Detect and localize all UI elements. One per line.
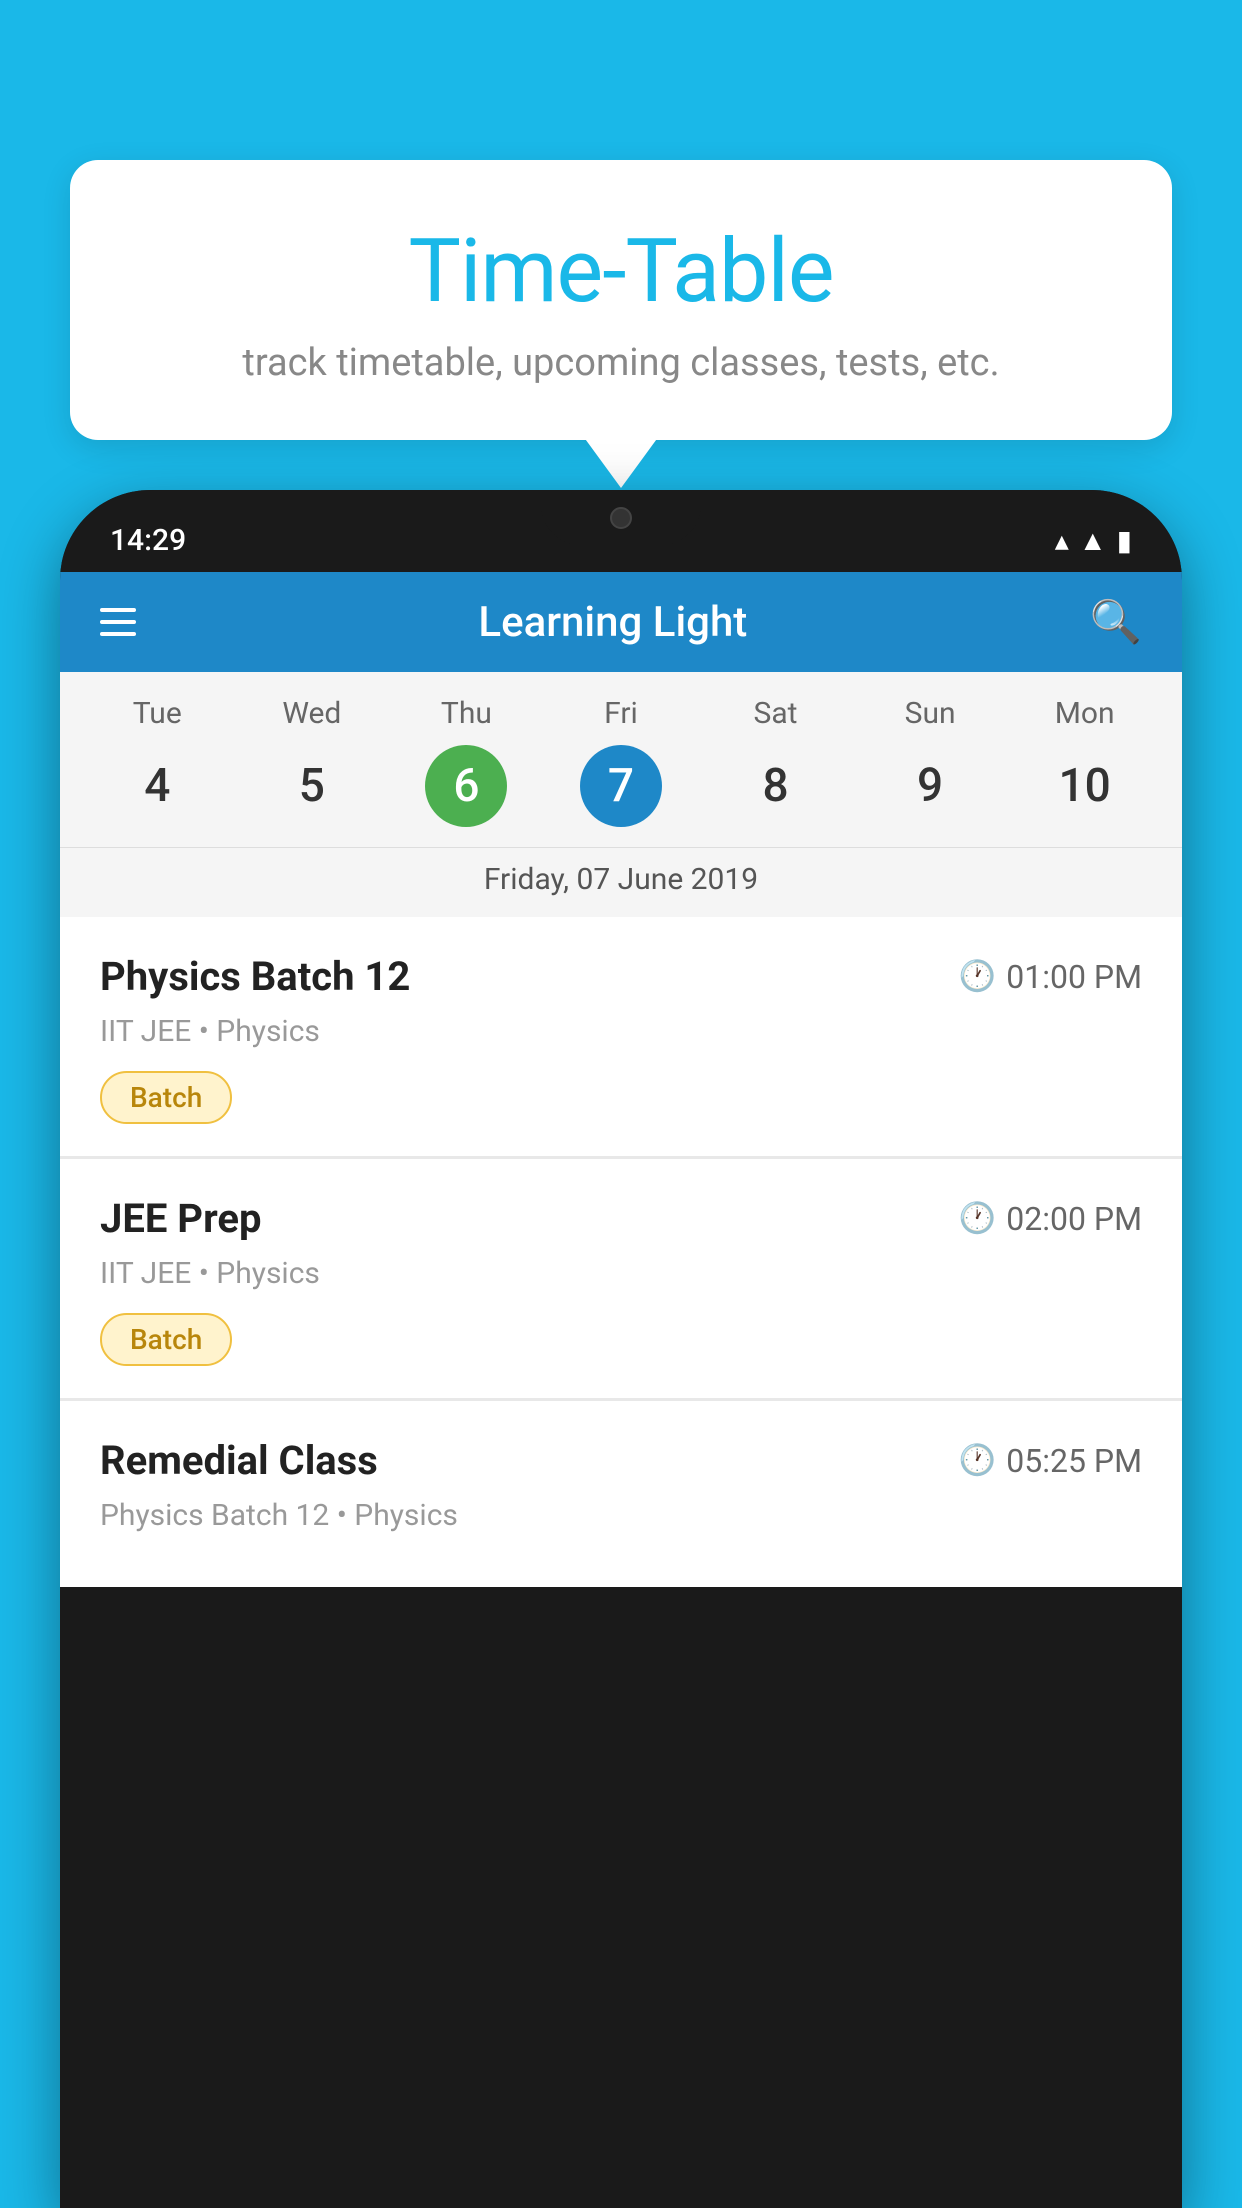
- class-item[interactable]: Remedial Class 🕐 05:25 PM Physics Batch …: [60, 1401, 1182, 1587]
- battery-icon: ▮: [1117, 524, 1132, 557]
- class-time: 🕐 05:25 PM: [959, 1442, 1142, 1480]
- day-col-thu[interactable]: Thu 6: [401, 696, 531, 827]
- batch-badge: Batch: [100, 1071, 232, 1124]
- day-name: Tue: [133, 696, 182, 731]
- clock-icon: 🕐: [959, 959, 996, 994]
- signal-icon: ▲: [1079, 524, 1107, 557]
- class-item[interactable]: JEE Prep 🕐 02:00 PM IIT JEE • Physics Ba…: [60, 1159, 1182, 1398]
- day-number: 9: [889, 745, 971, 827]
- class-time: 🕐 01:00 PM: [959, 958, 1142, 996]
- class-subtitle: IIT JEE • Physics: [100, 1256, 1142, 1291]
- day-name: Fri: [604, 696, 638, 731]
- class-name: Remedial Class: [100, 1437, 378, 1484]
- day-col-fri[interactable]: Fri 7: [556, 696, 686, 827]
- status-time: 14:29: [110, 523, 186, 558]
- search-icon[interactable]: 🔍: [1090, 598, 1142, 647]
- day-number: 5: [271, 745, 353, 827]
- day-name: Thu: [441, 696, 492, 731]
- day-col-sat[interactable]: Sat 8: [711, 696, 841, 827]
- day-number: 4: [116, 745, 198, 827]
- selected-date-label: Friday, 07 June 2019: [60, 847, 1182, 917]
- tooltip-card: Time-Table track timetable, upcoming cla…: [70, 160, 1172, 440]
- tooltip-title: Time-Table: [130, 220, 1112, 323]
- classes-list: Physics Batch 12 🕐 01:00 PM IIT JEE • Ph…: [60, 917, 1182, 1587]
- class-header: Physics Batch 12 🕐 01:00 PM: [100, 953, 1142, 1000]
- day-name: Sat: [754, 696, 798, 731]
- class-header: Remedial Class 🕐 05:25 PM: [100, 1437, 1142, 1484]
- class-subtitle: Physics Batch 12 • Physics: [100, 1498, 1142, 1533]
- class-name: JEE Prep: [100, 1195, 261, 1242]
- status-icons: ▴ ▲ ▮: [1055, 524, 1132, 557]
- status-bar: 14:29 ▴ ▲ ▮: [60, 490, 1182, 572]
- day-col-tue[interactable]: Tue 4: [92, 696, 222, 827]
- wifi-icon: ▴: [1055, 524, 1069, 557]
- camera-dot: [610, 507, 632, 529]
- class-name: Physics Batch 12: [100, 953, 410, 1000]
- day-col-sun[interactable]: Sun 9: [865, 696, 995, 827]
- batch-badge: Batch: [100, 1313, 232, 1366]
- day-col-mon[interactable]: Mon 10: [1020, 696, 1150, 827]
- day-col-wed[interactable]: Wed 5: [247, 696, 377, 827]
- day-number: 8: [735, 745, 817, 827]
- day-name: Mon: [1055, 696, 1115, 731]
- day-name: Wed: [282, 696, 341, 731]
- app-title: Learning Light: [176, 598, 1050, 647]
- clock-icon: 🕐: [959, 1201, 996, 1236]
- app-header: Learning Light 🔍: [60, 572, 1182, 672]
- clock-icon: 🕐: [959, 1443, 996, 1478]
- class-header: JEE Prep 🕐 02:00 PM: [100, 1195, 1142, 1242]
- day-name: Sun: [905, 696, 956, 731]
- class-time: 🕐 02:00 PM: [959, 1200, 1142, 1238]
- day-number: 6: [425, 745, 507, 827]
- hamburger-menu-button[interactable]: [100, 608, 136, 636]
- tooltip-subtitle: track timetable, upcoming classes, tests…: [130, 341, 1112, 385]
- class-item[interactable]: Physics Batch 12 🕐 01:00 PM IIT JEE • Ph…: [60, 917, 1182, 1156]
- class-subtitle: IIT JEE • Physics: [100, 1014, 1142, 1049]
- day-number: 7: [580, 745, 662, 827]
- phone-notch: [541, 490, 701, 545]
- phone-frame: 14:29 ▴ ▲ ▮ Learning Light 🔍 Tue 4 Wed 5 Thu…: [60, 490, 1182, 2208]
- day-number: 10: [1044, 745, 1126, 827]
- calendar-strip: Tue 4 Wed 5 Thu 6 Fri 7 Sat 8 Sun 9 Mon 10 Friday, 07…: [60, 672, 1182, 917]
- days-row: Tue 4 Wed 5 Thu 6 Fri 7 Sat 8 Sun 9 Mon 10: [60, 696, 1182, 839]
